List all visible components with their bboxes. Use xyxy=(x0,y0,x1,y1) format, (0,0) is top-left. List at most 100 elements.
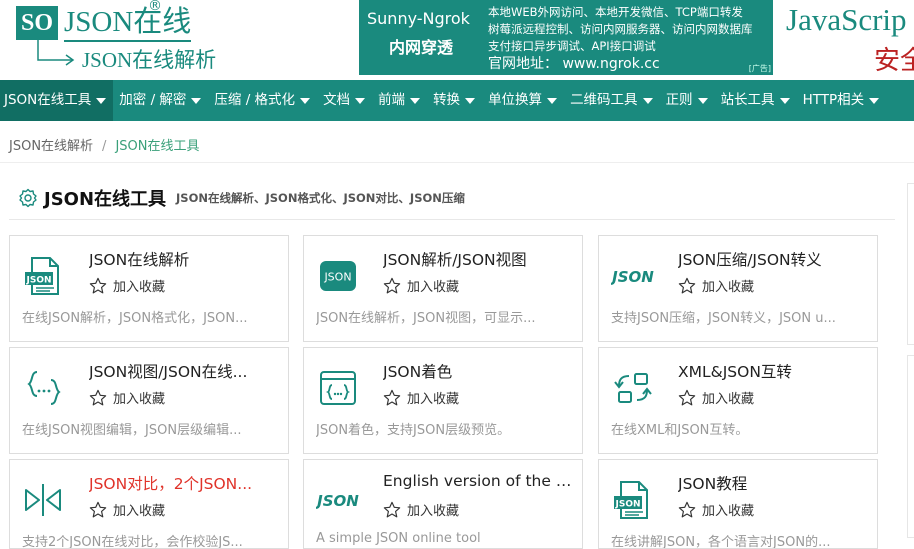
chevron-down-icon xyxy=(300,97,311,104)
logo-title: JSON在线 xyxy=(64,4,192,42)
nav-compress-format[interactable]: 压缩 / 格式化 xyxy=(208,80,317,121)
favorite-button[interactable]: 加入收藏 xyxy=(678,500,754,519)
card-description: 支持2个JSON在线对比，会作校验JS... xyxy=(22,535,243,549)
nav-qrcode[interactable]: 二维码工具 xyxy=(564,80,660,121)
nav-webmaster[interactable]: 站长工具 xyxy=(715,80,797,121)
favorite-button[interactable]: 加入收藏 xyxy=(89,388,165,407)
tool-card[interactable]: XML&JSON互转 加入收藏 在线XML和JSON互转。 xyxy=(598,347,878,454)
breadcrumb-current[interactable]: JSON在线工具 xyxy=(115,139,199,154)
favorite-label: 加入收藏 xyxy=(702,392,755,407)
right-panel-edge xyxy=(907,355,914,538)
nav-frontend[interactable]: 前端 xyxy=(372,80,427,121)
nav-units[interactable]: 单位换算 xyxy=(482,80,564,121)
svg-text:JSON: JSON xyxy=(316,492,359,510)
chevron-down-icon xyxy=(869,97,880,104)
favorite-button[interactable]: 加入收藏 xyxy=(678,276,754,295)
tool-card[interactable]: JSON JSON在线解析 加入收藏 在线JSON解析，JSON格式化，JSON… xyxy=(9,235,289,342)
chevron-down-icon xyxy=(96,97,107,104)
card-title[interactable]: JSON对比，2个JSON... xyxy=(89,472,279,494)
favorite-label: 加入收藏 xyxy=(113,504,166,519)
gear-icon xyxy=(19,188,37,208)
card-title[interactable]: JSON在线解析 xyxy=(89,248,279,270)
ad-features: 本地WEB外网访问、本地开发微信、TCP端口转发 树莓派远程控制、访问内网服务器… xyxy=(488,4,753,55)
card-title[interactable]: JSON解析/JSON视图 xyxy=(383,248,573,270)
card-description: JSON在线解析，JSON视图，可显示... xyxy=(316,311,536,326)
favorite-label: 加入收藏 xyxy=(407,392,460,407)
breadcrumb-separator: / xyxy=(102,139,107,154)
card-description: A simple JSON online tool xyxy=(316,531,481,546)
favorite-button[interactable]: 加入收藏 xyxy=(383,500,459,519)
card-description: JSON着色，支持JSON层级预览。 xyxy=(316,423,511,438)
json-file-icon: JSON xyxy=(25,257,59,295)
favorite-label: 加入收藏 xyxy=(407,504,460,519)
compare-icon xyxy=(25,484,61,516)
nav-label: 单位换算 xyxy=(488,92,543,108)
card-title[interactable]: English version of the J... xyxy=(383,472,573,490)
ad-feature-line: 本地WEB外网访问、本地开发微信、TCP端口转发 xyxy=(488,5,743,19)
favorite-button[interactable]: 加入收藏 xyxy=(89,276,165,295)
star-icon xyxy=(89,389,107,405)
card-title[interactable]: XML&JSON互转 xyxy=(678,360,868,382)
logo-subtitle: JSON在线解析 xyxy=(82,48,217,72)
card-title[interactable]: JSON教程 xyxy=(678,472,868,494)
chevron-down-icon xyxy=(642,97,653,104)
chevron-down-icon xyxy=(547,97,558,104)
breadcrumb-home[interactable]: JSON在线解析 xyxy=(9,139,93,154)
nav-regex[interactable]: 正则 xyxy=(660,80,715,121)
nav-label: 前端 xyxy=(378,92,406,108)
section-header: JSON在线工具 JSON在线解析、JSON格式化、JSON对比、JSON压缩 xyxy=(18,185,465,211)
star-icon xyxy=(89,277,107,293)
chevron-down-icon xyxy=(465,97,476,104)
right-panel-edge xyxy=(907,183,914,345)
ad-feature-line: 树莓派远程控制、访问内网服务器、访问内网数据库 xyxy=(488,22,753,36)
card-title[interactable]: JSON着色 xyxy=(383,360,573,382)
tool-card[interactable]: JSON English version of the J... 加入收藏 A … xyxy=(303,459,583,549)
code-window-icon xyxy=(320,371,356,405)
javascript-ad-title[interactable]: JavaScrip xyxy=(786,2,907,38)
site-logo[interactable]: SO JSON在线 ® JSON在线解析 xyxy=(16,0,231,76)
chevron-down-icon xyxy=(191,97,202,104)
tool-card[interactable]: JSON JSON解析/JSON视图 加入收藏 JSON在线解析，JSON视图，… xyxy=(303,235,583,342)
favorite-button[interactable]: 加入收藏 xyxy=(89,500,165,519)
json-file-icon: JSON xyxy=(614,481,648,519)
nav-convert[interactable]: 转换 xyxy=(427,80,482,121)
json-text-icon: JSON xyxy=(611,268,654,286)
section-description: JSON在线解析、JSON格式化、JSON对比、JSON压缩 xyxy=(176,191,465,205)
favorite-button[interactable]: 加入收藏 xyxy=(678,388,754,407)
nav-encrypt[interactable]: 加密 / 解密 xyxy=(113,80,208,121)
star-icon xyxy=(678,277,696,293)
card-description: 在线XML和JSON互转。 xyxy=(611,423,749,438)
tool-card[interactable]: JSON JSON教程 加入收藏 在线讲解JSON，各个语言对JSON的... xyxy=(598,459,878,549)
favorite-button[interactable]: 加入收藏 xyxy=(383,276,459,295)
nav-label: 压缩 / 格式化 xyxy=(214,92,296,108)
ngrok-ad-banner[interactable]: Sunny-Ngrok 内网穿透 本地WEB外网访问、本地开发微信、TCP端口转… xyxy=(359,0,773,75)
star-icon xyxy=(383,389,401,405)
nav-json-tools[interactable]: JSON在线工具 xyxy=(0,80,114,121)
card-description: 在线JSON解析，JSON格式化，JSON... xyxy=(22,311,248,326)
tool-card[interactable]: JSON着色 加入收藏 JSON着色，支持JSON层级预览。 xyxy=(303,347,583,454)
tool-card[interactable]: JSON视图/JSON在线... 加入收藏 在线JSON视图编辑，JSON层级编… xyxy=(9,347,289,454)
section-title: JSON在线工具 xyxy=(44,189,167,210)
card-description: 在线讲解JSON，各个语言对JSON的... xyxy=(611,535,831,549)
nav-docs[interactable]: 文档 xyxy=(317,80,372,121)
svg-text:JSON: JSON xyxy=(25,276,51,286)
tool-card[interactable]: JSON JSON压缩/JSON转义 加入收藏 支持JSON压缩，JSON转义，… xyxy=(598,235,878,342)
ad-label: [广告] xyxy=(748,64,771,73)
nav-label: 文档 xyxy=(323,92,351,108)
card-description: 支持JSON压缩，JSON转义，JSON u... xyxy=(611,311,836,326)
star-icon xyxy=(678,501,696,517)
javascript-ad-subtitle[interactable]: 安全 xyxy=(874,40,914,77)
favorite-label: 加入收藏 xyxy=(702,280,755,295)
ad-tagline: 内网穿透 xyxy=(389,38,454,57)
tool-card[interactable]: JSON对比，2个JSON... 加入收藏 支持2个JSON在线对比，会作校验J… xyxy=(9,459,289,549)
favorite-button[interactable]: 加入收藏 xyxy=(383,388,459,407)
registered-mark: ® xyxy=(148,0,162,14)
nav-label: 转换 xyxy=(433,92,461,108)
card-title[interactable]: JSON压缩/JSON转义 xyxy=(678,248,868,270)
favorite-label: 加入收藏 xyxy=(113,392,166,407)
svg-text:JSON: JSON xyxy=(323,271,351,284)
svg-text:JSON: JSON xyxy=(611,268,654,286)
nav-http[interactable]: HTTP相关 xyxy=(797,80,887,121)
nav-label: JSON在线工具 xyxy=(4,92,92,108)
card-title[interactable]: JSON视图/JSON在线... xyxy=(89,360,279,382)
